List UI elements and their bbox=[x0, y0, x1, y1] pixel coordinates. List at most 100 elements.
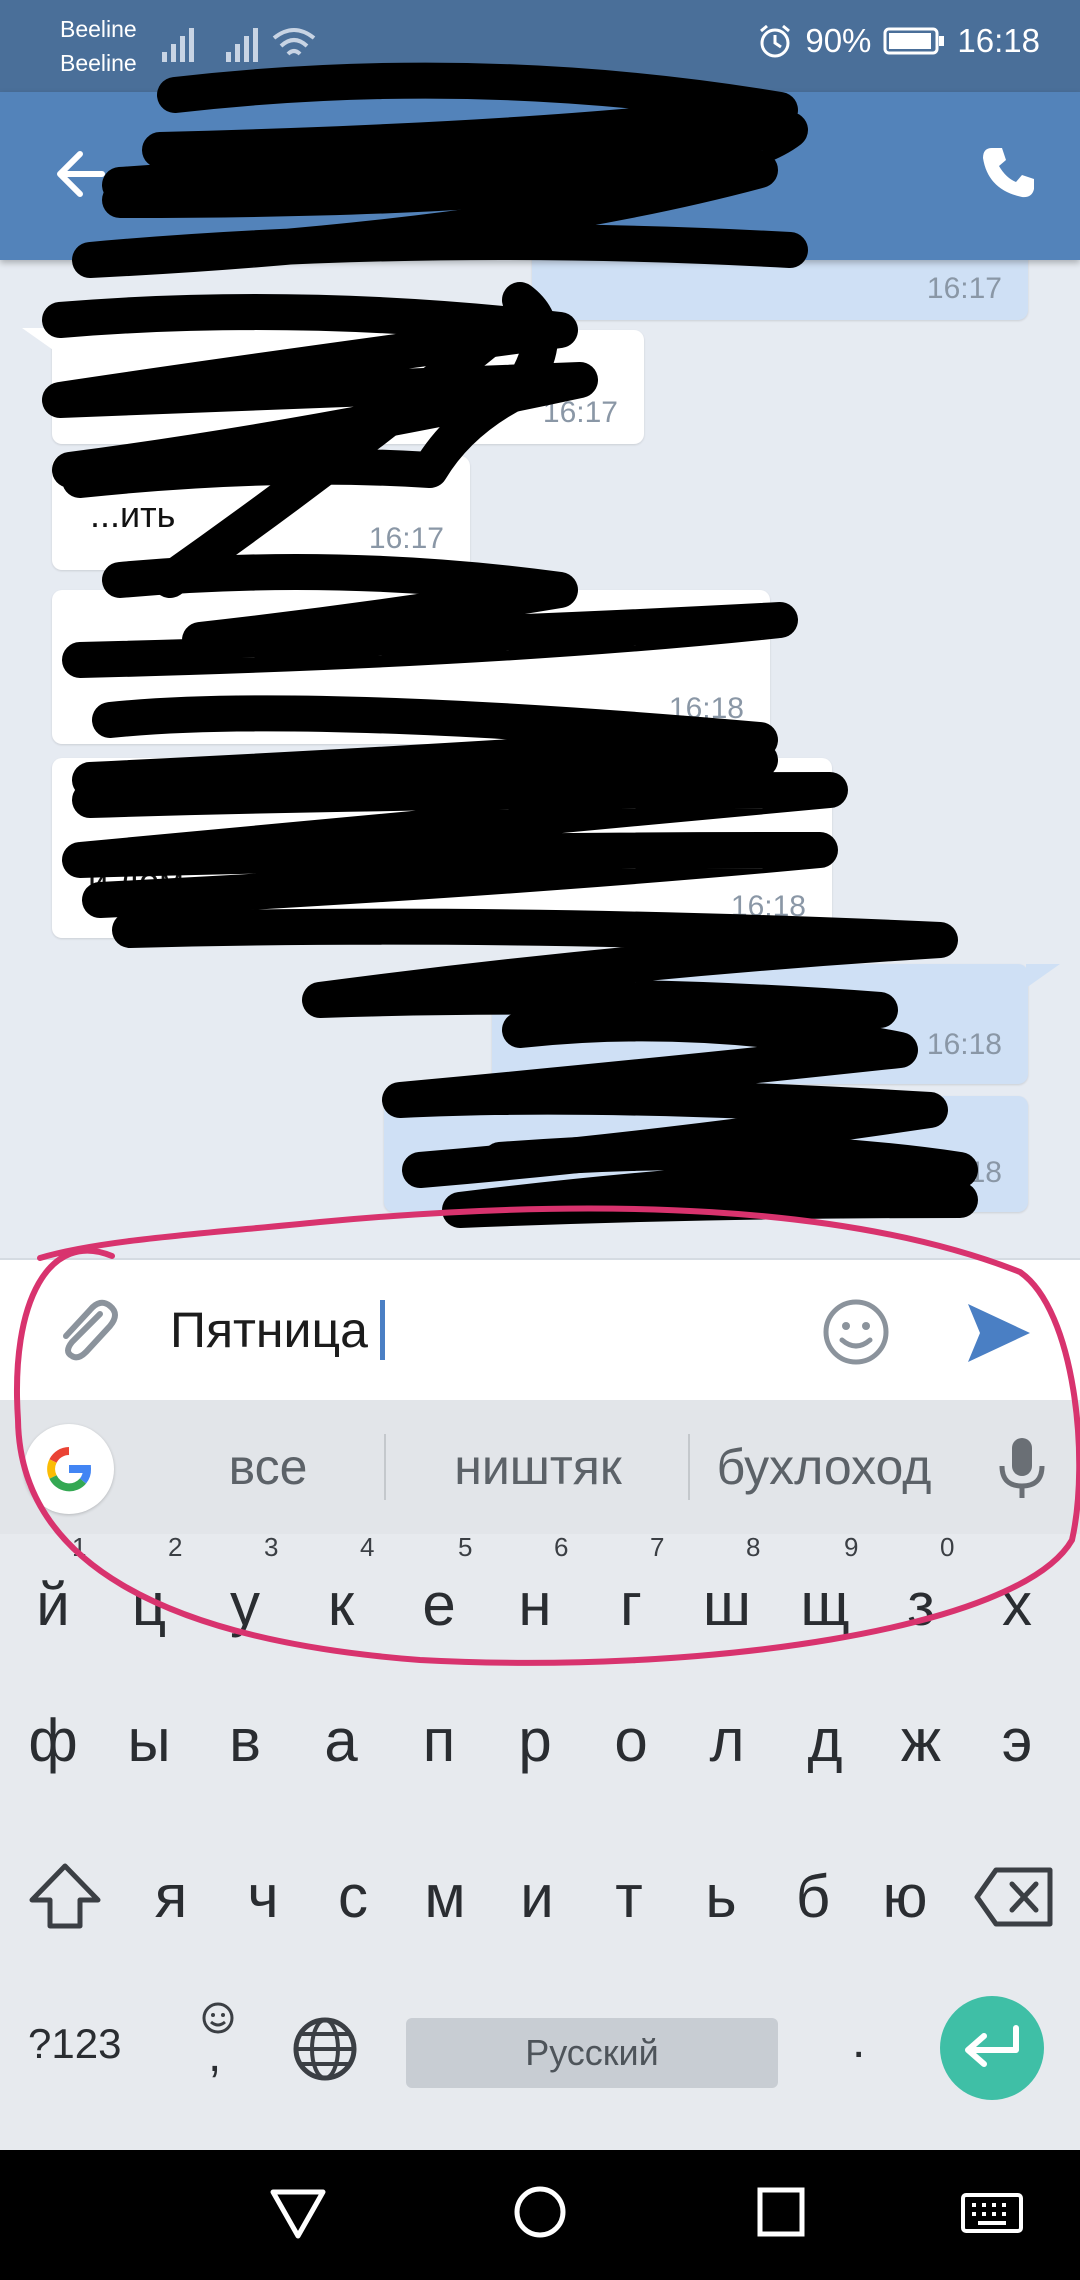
message-bubble-incoming[interactable]: 16:18 bbox=[52, 590, 770, 744]
key-hint: 9 bbox=[844, 1532, 859, 1562]
key-с[interactable]: с bbox=[304, 1846, 402, 1946]
key-з[interactable]: з bbox=[872, 1554, 970, 1654]
key-hint: 8 bbox=[746, 1532, 761, 1562]
suggestion-3[interactable]: бухлоход bbox=[692, 1400, 956, 1534]
key-х[interactable]: х bbox=[968, 1554, 1066, 1654]
symbols-key[interactable]: ?123 bbox=[28, 2020, 121, 2068]
message-time: 16:17 bbox=[368, 522, 444, 555]
keyboard-hide-icon[interactable] bbox=[960, 2192, 1024, 2238]
globe-icon[interactable] bbox=[290, 2014, 360, 2084]
keyboard: й1ц2у3к4е5н6г7ш8щ9з0х фывапролджэ ячсмит… bbox=[0, 1532, 1080, 2150]
message-bubble-outgoing[interactable]: 16:18 bbox=[492, 964, 1028, 1084]
space-bar[interactable]: Русский bbox=[406, 2018, 778, 2088]
message-time: 16:17 bbox=[542, 396, 618, 429]
key-а[interactable]: а bbox=[292, 1690, 390, 1790]
key-д[interactable]: д bbox=[776, 1690, 874, 1790]
battery-icon bbox=[883, 27, 945, 55]
key-э[interactable]: э bbox=[968, 1690, 1066, 1790]
key-у[interactable]: у bbox=[196, 1554, 294, 1654]
key-ь[interactable]: ь bbox=[672, 1846, 770, 1946]
key-в[interactable]: в bbox=[196, 1690, 294, 1790]
key-ф[interactable]: ф bbox=[4, 1690, 102, 1790]
message-bubble-outgoing[interactable]: 16:17 bbox=[532, 260, 1028, 320]
message-bubble-incoming[interactable]: и дом... 16:18 bbox=[52, 758, 832, 938]
key-л[interactable]: л bbox=[678, 1690, 776, 1790]
carrier-1: Beeline bbox=[60, 16, 137, 42]
phone-icon[interactable] bbox=[978, 142, 1038, 202]
nav-home-icon[interactable] bbox=[512, 2184, 568, 2240]
battery-percent: 90% bbox=[805, 22, 872, 59]
bubble-tail bbox=[1026, 964, 1060, 988]
message-input-text: Пятница bbox=[170, 1302, 368, 1358]
signal-icon bbox=[226, 28, 258, 62]
navigation-bar bbox=[0, 2150, 1080, 2280]
key-г[interactable]: г bbox=[582, 1554, 680, 1654]
back-arrow-icon[interactable] bbox=[52, 144, 112, 204]
key-р[interactable]: р bbox=[486, 1690, 584, 1790]
period-key[interactable]: . bbox=[852, 2014, 865, 2069]
key-й[interactable]: й bbox=[4, 1554, 102, 1654]
google-button[interactable] bbox=[24, 1424, 114, 1514]
key-п[interactable]: п bbox=[390, 1690, 488, 1790]
message-bubble-incoming[interactable]: ...ить 16:17 bbox=[52, 456, 470, 570]
microphone-icon[interactable] bbox=[992, 1436, 1052, 1500]
key-щ[interactable]: щ bbox=[776, 1554, 874, 1654]
alarm-icon bbox=[760, 24, 791, 58]
emoji-icon[interactable] bbox=[820, 1296, 892, 1368]
suggestion-divider bbox=[384, 1434, 386, 1500]
key-и[interactable]: и bbox=[488, 1846, 586, 1946]
attach-icon[interactable] bbox=[48, 1294, 124, 1370]
key-hint: 4 bbox=[360, 1532, 375, 1562]
key-hint: 3 bbox=[264, 1532, 279, 1562]
key-м[interactable]: м bbox=[396, 1846, 494, 1946]
bubble-tail bbox=[22, 328, 56, 352]
enter-icon bbox=[965, 2025, 1019, 2067]
key-ы[interactable]: ы bbox=[100, 1690, 198, 1790]
app-bar bbox=[0, 92, 1080, 260]
backspace-icon[interactable] bbox=[974, 1866, 1054, 1928]
key-ц[interactable]: ц bbox=[100, 1554, 198, 1654]
send-icon[interactable] bbox=[964, 1298, 1034, 1368]
nav-recents-icon[interactable] bbox=[756, 2184, 806, 2240]
suggestion-1[interactable]: все bbox=[150, 1400, 386, 1534]
google-icon bbox=[47, 1447, 91, 1492]
chat-history[interactable]: 16:17 16:17 ...ить 16:17 16:18 и дом... … bbox=[0, 260, 1080, 1258]
message-time: 16:18 bbox=[926, 1028, 1002, 1061]
key-ш[interactable]: ш bbox=[678, 1554, 776, 1654]
key-ю[interactable]: ю bbox=[856, 1846, 954, 1946]
clock: 16:18 bbox=[957, 22, 1040, 59]
message-text: и дом... bbox=[88, 860, 214, 901]
message-composer: Пятница bbox=[0, 1258, 1080, 1402]
key-к[interactable]: к bbox=[292, 1554, 390, 1654]
enter-key[interactable] bbox=[940, 1996, 1044, 2100]
signal-icon bbox=[162, 28, 194, 62]
suggestion-strip: все ништяк бухлоход bbox=[0, 1400, 1080, 1534]
text-cursor bbox=[379, 1300, 385, 1360]
message-time: 16:18 bbox=[668, 692, 744, 725]
key-hint: 1 bbox=[72, 1532, 87, 1562]
message-time: 16:18 bbox=[730, 890, 806, 923]
shift-icon[interactable] bbox=[28, 1862, 102, 1932]
message-text: ...ить bbox=[90, 494, 176, 535]
carrier-2: Beeline bbox=[60, 50, 137, 76]
message-time: 16:17 bbox=[926, 272, 1002, 305]
key-т[interactable]: т bbox=[580, 1846, 678, 1946]
key-о[interactable]: о bbox=[582, 1690, 680, 1790]
message-bubble-incoming[interactable]: 16:17 bbox=[52, 330, 644, 444]
key-я[interactable]: я bbox=[122, 1846, 220, 1946]
key-ж[interactable]: ж bbox=[872, 1690, 970, 1790]
key-ч[interactable]: ч bbox=[214, 1846, 312, 1946]
suggestion-2[interactable]: ништяк bbox=[388, 1400, 688, 1534]
key-б[interactable]: б bbox=[764, 1846, 862, 1946]
key-е[interactable]: е bbox=[390, 1554, 488, 1654]
key-hint: 7 bbox=[650, 1532, 665, 1562]
key-hint: 0 bbox=[940, 1532, 955, 1562]
message-bubble-outgoing[interactable]: 16:18 bbox=[384, 1096, 1028, 1212]
nav-back-icon[interactable] bbox=[268, 2186, 328, 2242]
message-time: 16:18 bbox=[926, 1156, 1002, 1189]
key-hint: 2 bbox=[168, 1532, 183, 1562]
key-hint: 5 bbox=[458, 1532, 473, 1562]
key-н[interactable]: н bbox=[486, 1554, 584, 1654]
comma-key[interactable]: , bbox=[208, 2028, 221, 2083]
message-input[interactable]: Пятница bbox=[170, 1300, 385, 1360]
